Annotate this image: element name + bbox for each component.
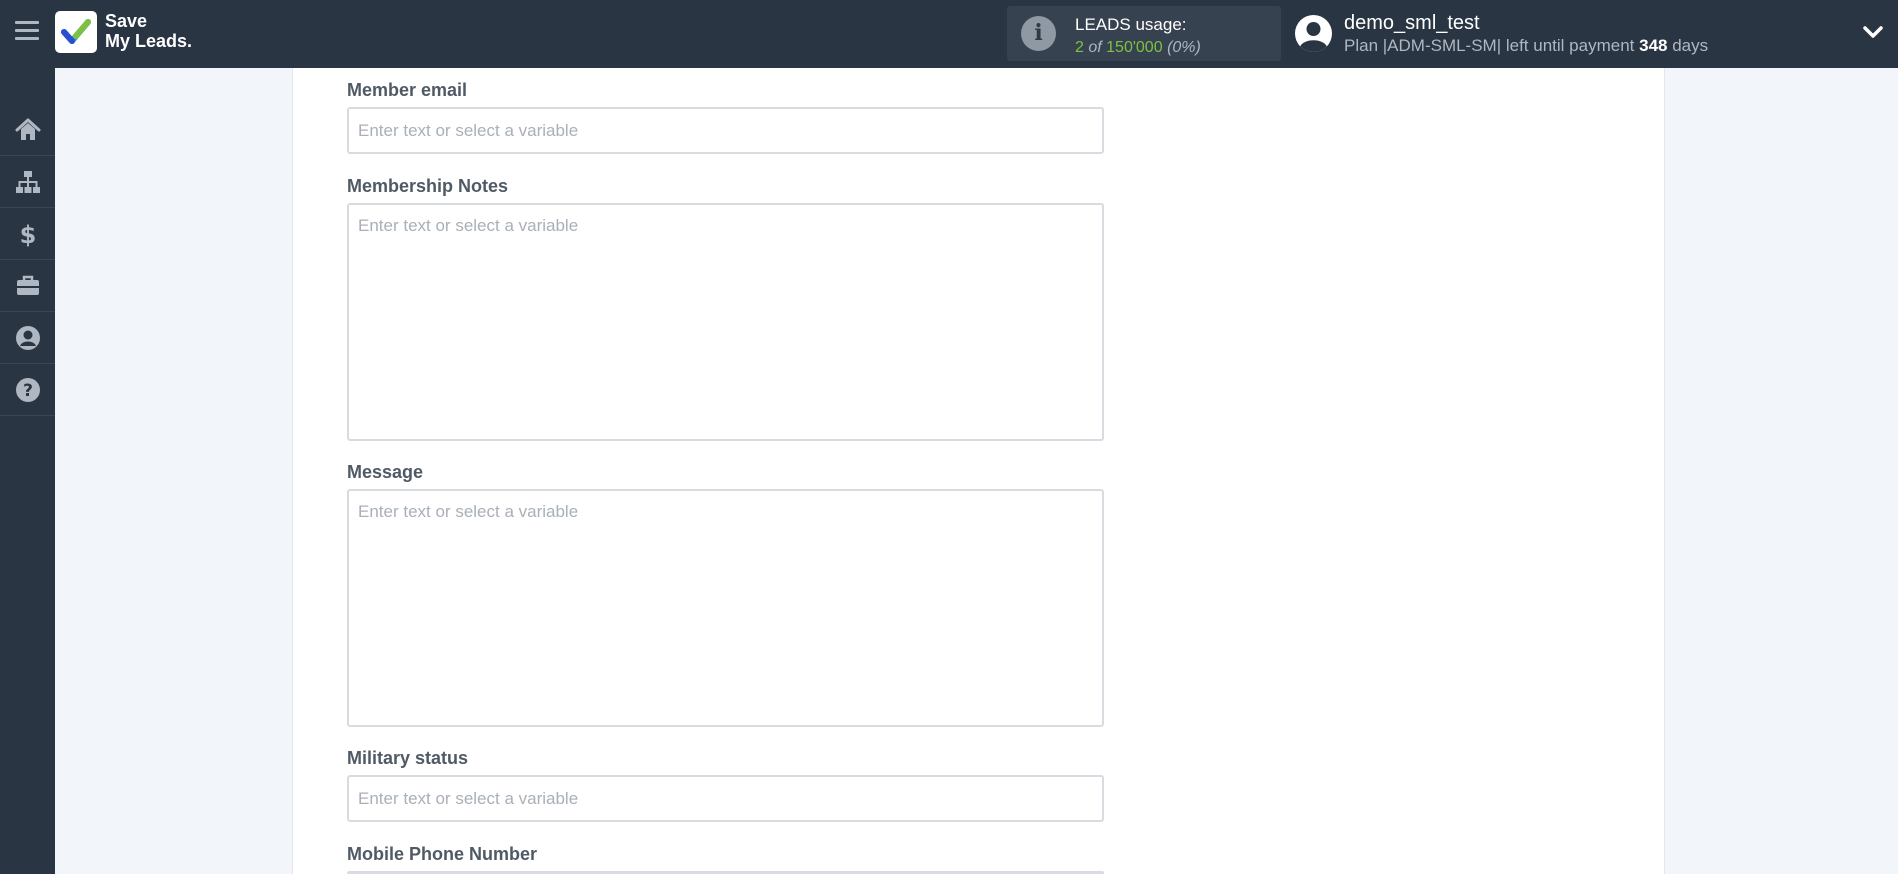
field-label-membership-notes: Membership Notes: [347, 176, 509, 196]
plan-text: Plan |ADM-SML-SM| left until payment: [1344, 36, 1635, 55]
chevron-down-icon[interactable]: [1862, 24, 1884, 40]
days-word: days: [1672, 36, 1709, 55]
user-circle-icon: [15, 325, 40, 350]
top-bar: Save My Leads. i LEADS usage: 2 of 150'0…: [0, 0, 1898, 68]
field-label-military-status: Military status: [347, 748, 469, 768]
usage-limit: 150'000: [1106, 39, 1163, 56]
sidebar-item-account[interactable]: [0, 312, 55, 364]
home-icon: [15, 118, 40, 140]
briefcase-icon: [16, 275, 39, 295]
sidebar-item-home[interactable]: [0, 104, 55, 156]
logo-line-1: Save: [105, 11, 148, 31]
sidebar-item-billing[interactable]: $: [0, 208, 55, 260]
military-status-input[interactable]: [347, 775, 1104, 822]
usage-used: 2: [1075, 39, 1084, 56]
field-label-member-email: Member email: [347, 80, 468, 100]
usage-of: of: [1088, 39, 1102, 56]
dollar-icon: $: [19, 221, 36, 247]
sidebar-item-tools[interactable]: [0, 260, 55, 312]
field-label-message: Message: [347, 462, 424, 482]
menu-icon[interactable]: [15, 21, 39, 43]
field-label-mobile-phone-number: Mobile Phone Number: [347, 844, 538, 864]
svg-text:$: $: [19, 221, 36, 247]
user-plan: Plan |ADM-SML-SM| left until payment 348…: [1344, 36, 1708, 56]
logo-line-2: My Leads.: [105, 31, 193, 51]
user-avatar-icon[interactable]: [1295, 15, 1332, 52]
sidebar: $ ?: [0, 68, 55, 874]
sidebar-item-connections[interactable]: [0, 156, 55, 208]
usage-title: LEADS usage:: [1075, 15, 1187, 34]
sitemap-icon: [15, 170, 40, 193]
sidebar-item-help[interactable]: ?: [0, 364, 55, 416]
leads-usage-panel: i LEADS usage: 2 of 150'000 (0%): [1007, 6, 1281, 61]
usage-count: 2 of 150'000 (0%): [1075, 39, 1201, 57]
membership-notes-textarea[interactable]: [347, 203, 1104, 441]
info-icon: i: [1021, 16, 1056, 51]
svg-text:?: ?: [23, 381, 33, 401]
question-circle-icon: ?: [15, 377, 40, 402]
user-name[interactable]: demo_sml_test: [1344, 12, 1480, 35]
logo-text[interactable]: Save My Leads.: [105, 11, 192, 51]
message-textarea[interactable]: [347, 489, 1104, 727]
member-email-input[interactable]: [347, 107, 1104, 154]
logo-icon[interactable]: [55, 11, 97, 53]
days-left: 348: [1639, 36, 1668, 55]
usage-percent: (0%): [1167, 39, 1201, 56]
